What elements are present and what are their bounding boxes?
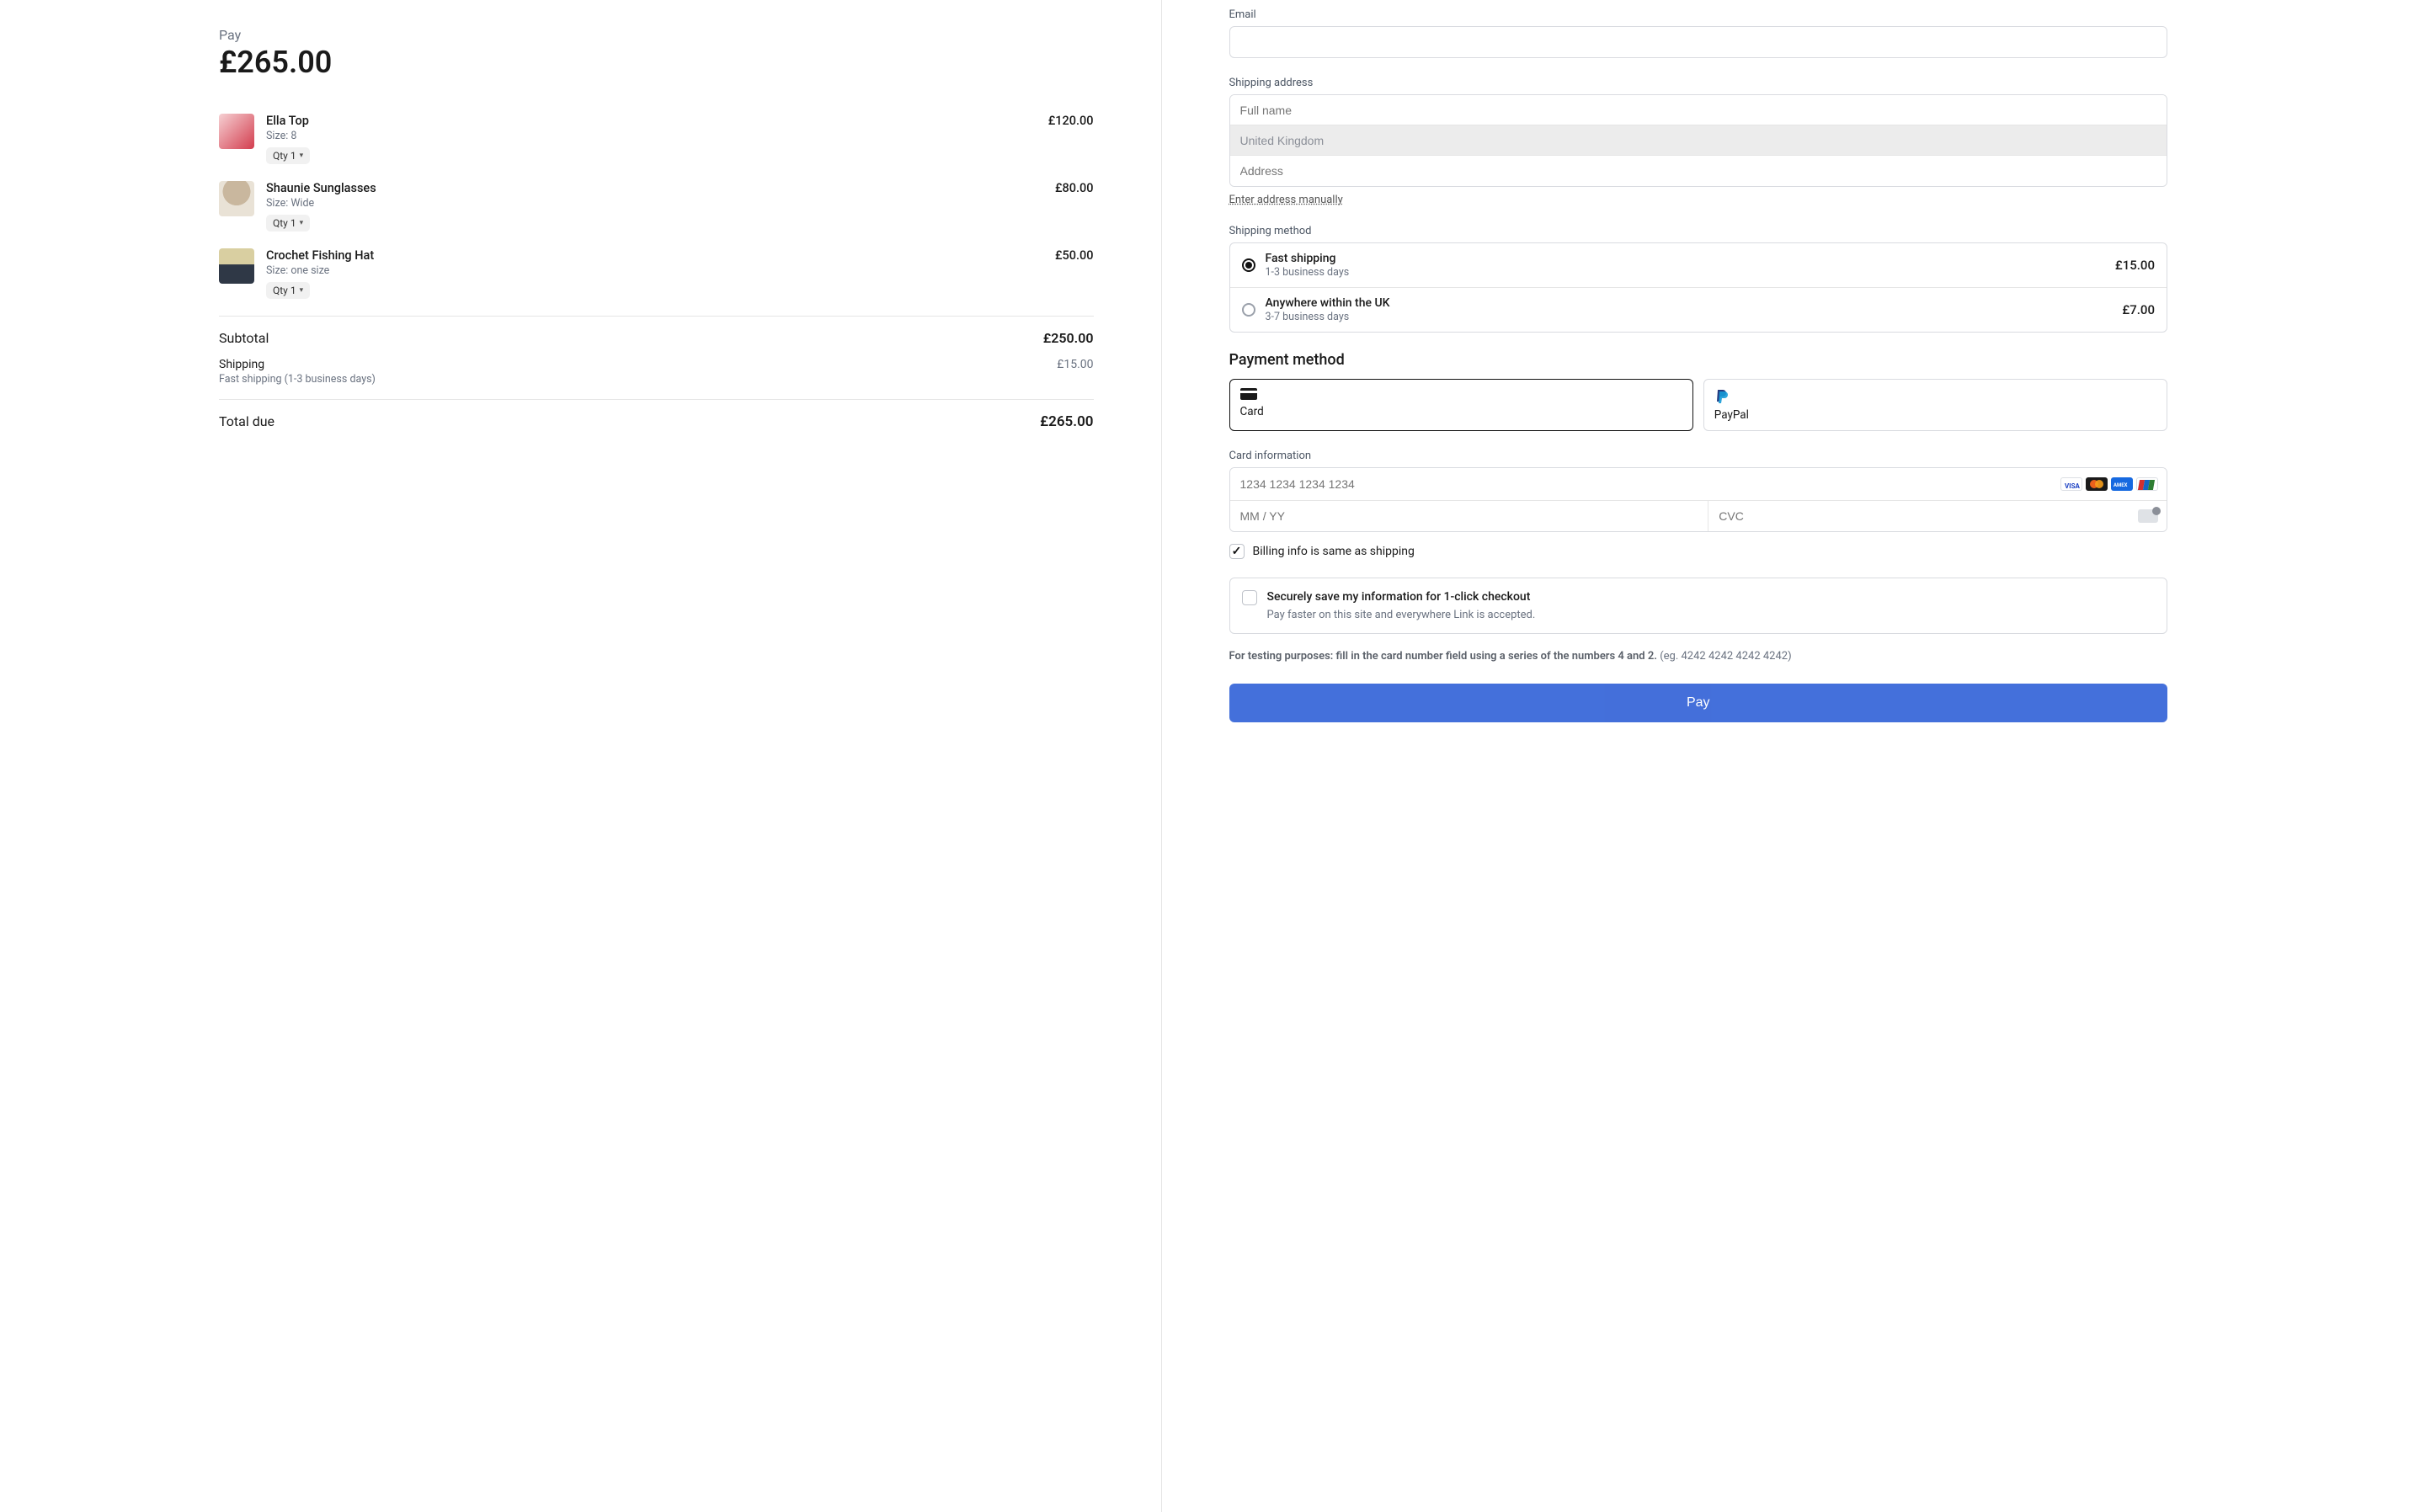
product-name: Crochet Fishing Hat (266, 248, 1043, 263)
shipping-address-label: Shipping address (1229, 77, 2167, 89)
test-note-bold: For testing purposes: fill in the card n… (1229, 650, 1657, 663)
subtotal-value: £250.00 (1043, 330, 1094, 346)
save-info-checkbox[interactable] (1242, 590, 1257, 605)
save-info-sub: Pay faster on this site and everywhere L… (1267, 609, 2155, 621)
visa-icon: VISA (2060, 477, 2082, 491)
qty-selector[interactable]: Qty 1 ▾ (266, 147, 310, 164)
svg-text:VISA: VISA (2065, 482, 2080, 490)
checkbox-icon (1229, 544, 1245, 559)
payment-option-card[interactable]: Card (1229, 379, 1693, 431)
shipping-option-fast[interactable]: Fast shipping 1-3 business days £15.00 (1230, 243, 2167, 287)
cvc-icon (2138, 509, 2158, 523)
pay-button[interactable]: Pay (1229, 684, 2167, 722)
paypal-icon (1714, 388, 1730, 403)
product-price: £80.00 (1055, 181, 1094, 232)
shipping-option-price: £7.00 (2122, 302, 2155, 317)
shipping-option-title: Fast shipping (1266, 252, 2105, 265)
billing-same-label: Billing info is same as shipping (1253, 545, 1415, 558)
qty-label: Qty 1 (273, 285, 296, 296)
shipping-option-sub: 3-7 business days (1266, 311, 2113, 323)
test-note: For testing purposes: fill in the card n… (1229, 649, 2167, 665)
line-item: Ella Top Size: 8 Qty 1 ▾ £120.00 (219, 114, 1094, 164)
qty-selector[interactable]: Qty 1 ▾ (266, 282, 310, 299)
email-label: Email (1229, 8, 2167, 21)
unionpay-icon (2136, 477, 2158, 491)
shipping-method-label: Shipping method (1229, 225, 2167, 237)
radio-icon (1242, 303, 1255, 317)
order-summary-panel: Pay £265.00 Ella Top Size: 8 Qty 1 ▾ £12… (0, 0, 1162, 1512)
country-select[interactable] (1230, 125, 2167, 156)
enter-address-manually-link[interactable]: Enter address manually (1229, 194, 1343, 206)
product-price: £50.00 (1055, 248, 1094, 299)
shipping-option-title: Anywhere within the UK (1266, 296, 2113, 310)
payment-option-paypal[interactable]: PayPal (1703, 379, 2167, 431)
line-item: Crochet Fishing Hat Size: one size Qty 1… (219, 248, 1094, 299)
card-info-label: Card information (1229, 450, 2167, 462)
checkout-form-panel: Email Shipping address Enter address man… (1162, 0, 2420, 1512)
chevron-down-icon: ▾ (300, 286, 304, 295)
card-icon (1240, 388, 1257, 400)
shipping-note: Fast shipping (1-3 business days) (219, 373, 376, 386)
shipping-option-standard[interactable]: Anywhere within the UK 3-7 business days… (1230, 287, 2167, 332)
shipping-method-group: Fast shipping 1-3 business days £15.00 A… (1229, 242, 2167, 333)
product-size: Size: Wide (266, 197, 1043, 210)
card-brand-icons: VISA AMEX (2060, 477, 2158, 491)
save-info-box: Securely save my information for 1-click… (1229, 578, 2167, 634)
qty-label: Qty 1 (273, 217, 296, 229)
mastercard-icon (2086, 477, 2108, 491)
test-note-rest: (eg. 4242 4242 4242 4242) (1657, 650, 1792, 663)
radio-icon (1242, 258, 1255, 272)
billing-same-row[interactable]: Billing info is same as shipping (1229, 544, 2167, 559)
fullname-input[interactable] (1230, 95, 2167, 125)
chevron-down-icon: ▾ (300, 219, 304, 227)
address-input[interactable] (1230, 156, 2167, 186)
subtotal-label: Subtotal (219, 330, 269, 346)
shipping-value: £15.00 (1057, 358, 1093, 386)
line-item: Shaunie Sunglasses Size: Wide Qty 1 ▾ £8… (219, 181, 1094, 232)
chevron-down-icon: ▾ (300, 152, 304, 160)
qty-label: Qty 1 (273, 150, 296, 162)
total-due-label: Total due (219, 413, 275, 430)
pay-label: Pay (219, 27, 1094, 43)
card-cvc-input[interactable] (1708, 501, 2167, 531)
shipping-address-group (1229, 94, 2167, 187)
card-expiry-input[interactable] (1230, 501, 1708, 531)
product-size: Size: 8 (266, 130, 1037, 142)
product-thumb (219, 114, 254, 149)
card-info-group: VISA AMEX (1229, 467, 2167, 532)
product-thumb (219, 181, 254, 216)
card-number-input[interactable] (1230, 468, 2167, 500)
product-thumb (219, 248, 254, 284)
qty-selector[interactable]: Qty 1 ▾ (266, 215, 310, 232)
product-name: Ella Top (266, 114, 1037, 128)
product-name: Shaunie Sunglasses (266, 181, 1043, 195)
shipping-option-sub: 1-3 business days (1266, 266, 2105, 279)
save-info-title: Securely save my information for 1-click… (1267, 590, 2155, 604)
svg-text:AMEX: AMEX (2114, 482, 2128, 488)
payment-option-label: Card (1240, 405, 1682, 418)
product-price: £120.00 (1048, 114, 1094, 164)
shipping-label: Shipping (219, 358, 376, 371)
shipping-option-price: £15.00 (2115, 258, 2155, 273)
amex-icon: AMEX (2111, 477, 2133, 491)
total-due-value: £265.00 (1040, 413, 1093, 430)
product-size: Size: one size (266, 264, 1043, 277)
email-input[interactable] (1229, 26, 2167, 58)
payment-method-heading: Payment method (1229, 351, 2167, 369)
payment-option-label: PayPal (1714, 408, 2156, 422)
pay-amount: £265.00 (219, 45, 1094, 80)
